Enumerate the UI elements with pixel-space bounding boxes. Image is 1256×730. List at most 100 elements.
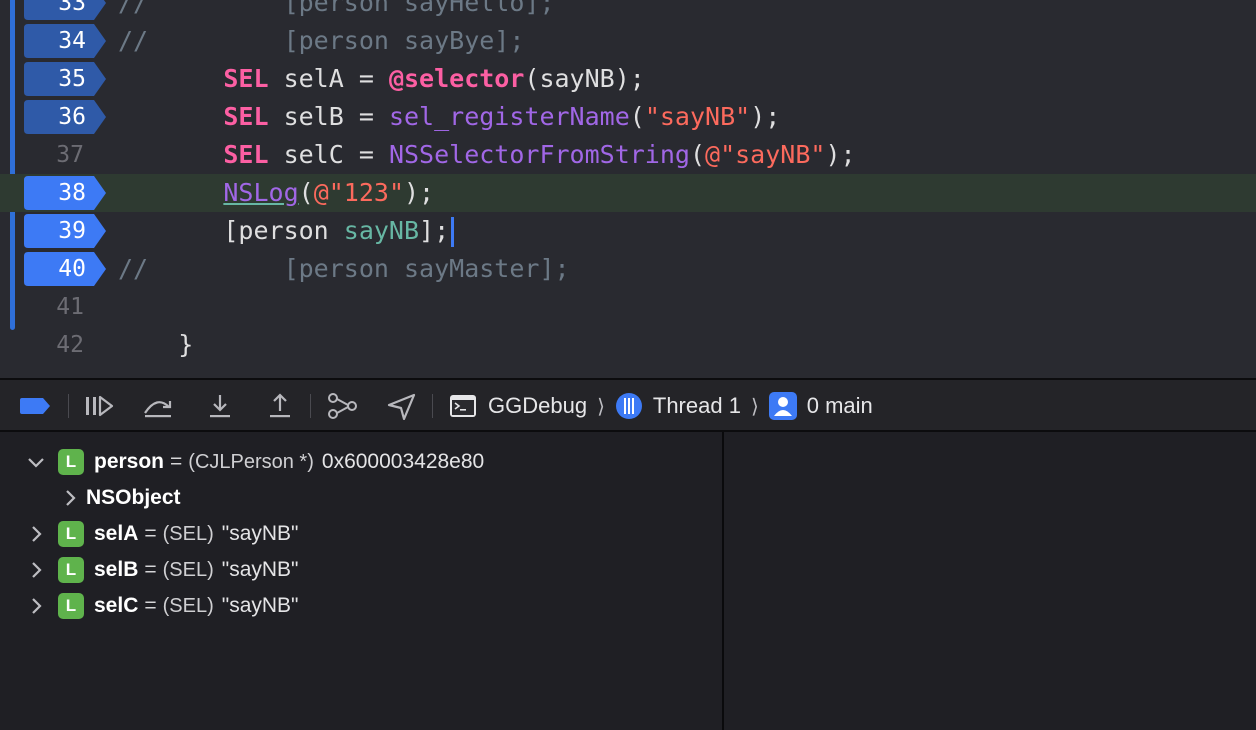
code-token: ( [298, 178, 314, 207]
equals-sign: = [144, 522, 157, 545]
code-token: (sayNB); [524, 64, 645, 93]
toolbar-separator [310, 394, 311, 418]
code-token: selB = [268, 102, 389, 131]
line-number: 34 [58, 28, 86, 54]
frame-name: 0 main [806, 393, 873, 418]
code-line[interactable]: 35 SEL selA = @selector(sayNB); [0, 60, 1256, 98]
variable-type: (CJLPerson *) [188, 450, 314, 473]
code-token: } [178, 330, 194, 359]
breakpoint-marker[interactable]: 38 [24, 176, 106, 210]
breakpoint-icon [20, 398, 50, 414]
code-line[interactable]: 33 // [person sayHello]; [0, 0, 1256, 22]
chevron-right-icon[interactable] [60, 488, 80, 508]
code-token: SEL [223, 64, 269, 93]
step-into-button[interactable] [202, 390, 238, 422]
breakpoint-marker[interactable]: 33 [24, 0, 106, 20]
variable-row[interactable]: LselA = (SEL) "sayNB" [0, 516, 722, 552]
code-line[interactable]: 34 // [person sayBye]; [0, 22, 1256, 60]
code-line[interactable]: 42 } [0, 326, 1256, 364]
code-text: } [118, 326, 193, 364]
code-token: "sayNB" [644, 102, 751, 131]
code-text: NSLog(@"123"); [118, 174, 434, 212]
chevron-right-icon[interactable] [26, 524, 46, 544]
view-hierarchy-icon [328, 393, 357, 419]
equals-sign: = [144, 558, 157, 581]
line-number: 38 [58, 180, 86, 206]
code-text: SEL selC = NSSelectorFromString(@"sayNB"… [118, 136, 855, 174]
continue-icon [86, 395, 114, 417]
code-token: ]; [419, 216, 450, 245]
code-line[interactable]: 39 [person sayNB]; [0, 212, 1256, 250]
debug-view-hierarchy-button[interactable] [324, 390, 360, 422]
variable-row[interactable]: LselC = (SEL) "sayNB" [0, 588, 722, 624]
source-editor[interactable]: 33 // [person sayHello]; 34 // [person sayB… [0, 0, 1256, 378]
comment-marker: // [118, 254, 149, 283]
local-variable-badge: L [58, 449, 84, 475]
thread-crumb[interactable]: Thread 1 [615, 392, 741, 420]
thread-name: Thread 1 [652, 393, 741, 418]
chevron-right-icon[interactable] [26, 596, 46, 616]
continue-button[interactable] [80, 390, 116, 422]
code-token: ); [750, 102, 781, 131]
code-token: sayNB [343, 216, 420, 245]
text-cursor [451, 217, 455, 247]
code-token: [person sayMaster]; [283, 254, 570, 283]
code-line[interactable]: 37 SEL selC = NSSelectorFromString(@"say… [0, 136, 1256, 174]
breakpoint-marker[interactable]: 36 [24, 100, 106, 134]
code-text: // [person sayHello]; [118, 0, 555, 22]
variable-name: selC [94, 594, 139, 617]
variable-name: selB [94, 558, 139, 581]
code-token: sel_registerName [388, 102, 630, 131]
breakpoints-toggle-button[interactable] [18, 390, 54, 422]
code-token: selC = [268, 140, 389, 169]
debug-bar: GGDebug ⟩ Thread 1 ⟩ 0 main [0, 378, 1256, 432]
breakpoint-marker[interactable]: 34 [24, 24, 106, 58]
step-over-button[interactable] [140, 390, 176, 422]
code-text: [person sayNB]; [118, 212, 455, 250]
breadcrumb: GGDebug ⟩ Thread 1 ⟩ 0 main [450, 390, 873, 422]
variable-value: "sayNB" [221, 594, 299, 617]
code-token: [person sayBye]; [283, 26, 525, 55]
frame-crumb[interactable]: 0 main [768, 392, 873, 420]
simulate-location-button[interactable] [384, 390, 420, 422]
local-variable-badge: L [58, 593, 84, 619]
variable-name: person [94, 450, 165, 473]
code-token: [person [223, 216, 344, 245]
variable-row[interactable]: LselB = (SEL) "sayNB" [0, 552, 722, 588]
code-line[interactable]: 40 // [person sayMaster]; [0, 250, 1256, 288]
console-view[interactable] [724, 432, 1256, 730]
step-out-button[interactable] [262, 390, 298, 422]
variable-name: NSObject [86, 486, 181, 509]
line-number: 39 [58, 218, 86, 244]
comment-marker: // [118, 0, 149, 17]
code-token: @"123" [313, 178, 404, 207]
chevron-down-icon[interactable] [26, 452, 46, 472]
code-token: SEL [223, 140, 269, 169]
chevron-right-icon[interactable] [26, 560, 46, 580]
variable-row[interactable]: NSObject [0, 480, 722, 516]
code-line[interactable]: 36 SEL selB = sel_registerName("sayNB"); [0, 98, 1256, 136]
code-line[interactable]: 41 [0, 288, 1256, 326]
code-token: ( [689, 140, 706, 169]
variable-type: (SEL) [162, 558, 214, 581]
line-number: 36 [58, 104, 86, 130]
breakpoint-marker[interactable]: 40 [24, 252, 106, 286]
variable-row[interactable]: Lperson = (CJLPerson *) 0x600003428e80 [0, 444, 722, 480]
code-line[interactable]: 38 NSLog(@"123"); [0, 174, 1256, 212]
process-crumb[interactable]: GGDebug [450, 393, 587, 419]
toolbar-separator [68, 394, 69, 418]
comment-marker: // [118, 26, 149, 55]
variable-value: "sayNB" [221, 558, 299, 581]
variables-view: Lperson = (CJLPerson *) 0x600003428e80 NSObj… [0, 432, 722, 730]
breakpoint-marker[interactable]: 35 [24, 62, 106, 96]
variable-name: selA [94, 522, 139, 545]
line-number: 35 [58, 66, 86, 92]
toolbar-separator [432, 394, 433, 418]
breakpoint-marker[interactable]: 39 [24, 214, 106, 248]
code-text: // [person sayBye]; [118, 22, 524, 60]
code-token: ); [404, 178, 435, 207]
code-token: selA = [268, 64, 389, 93]
